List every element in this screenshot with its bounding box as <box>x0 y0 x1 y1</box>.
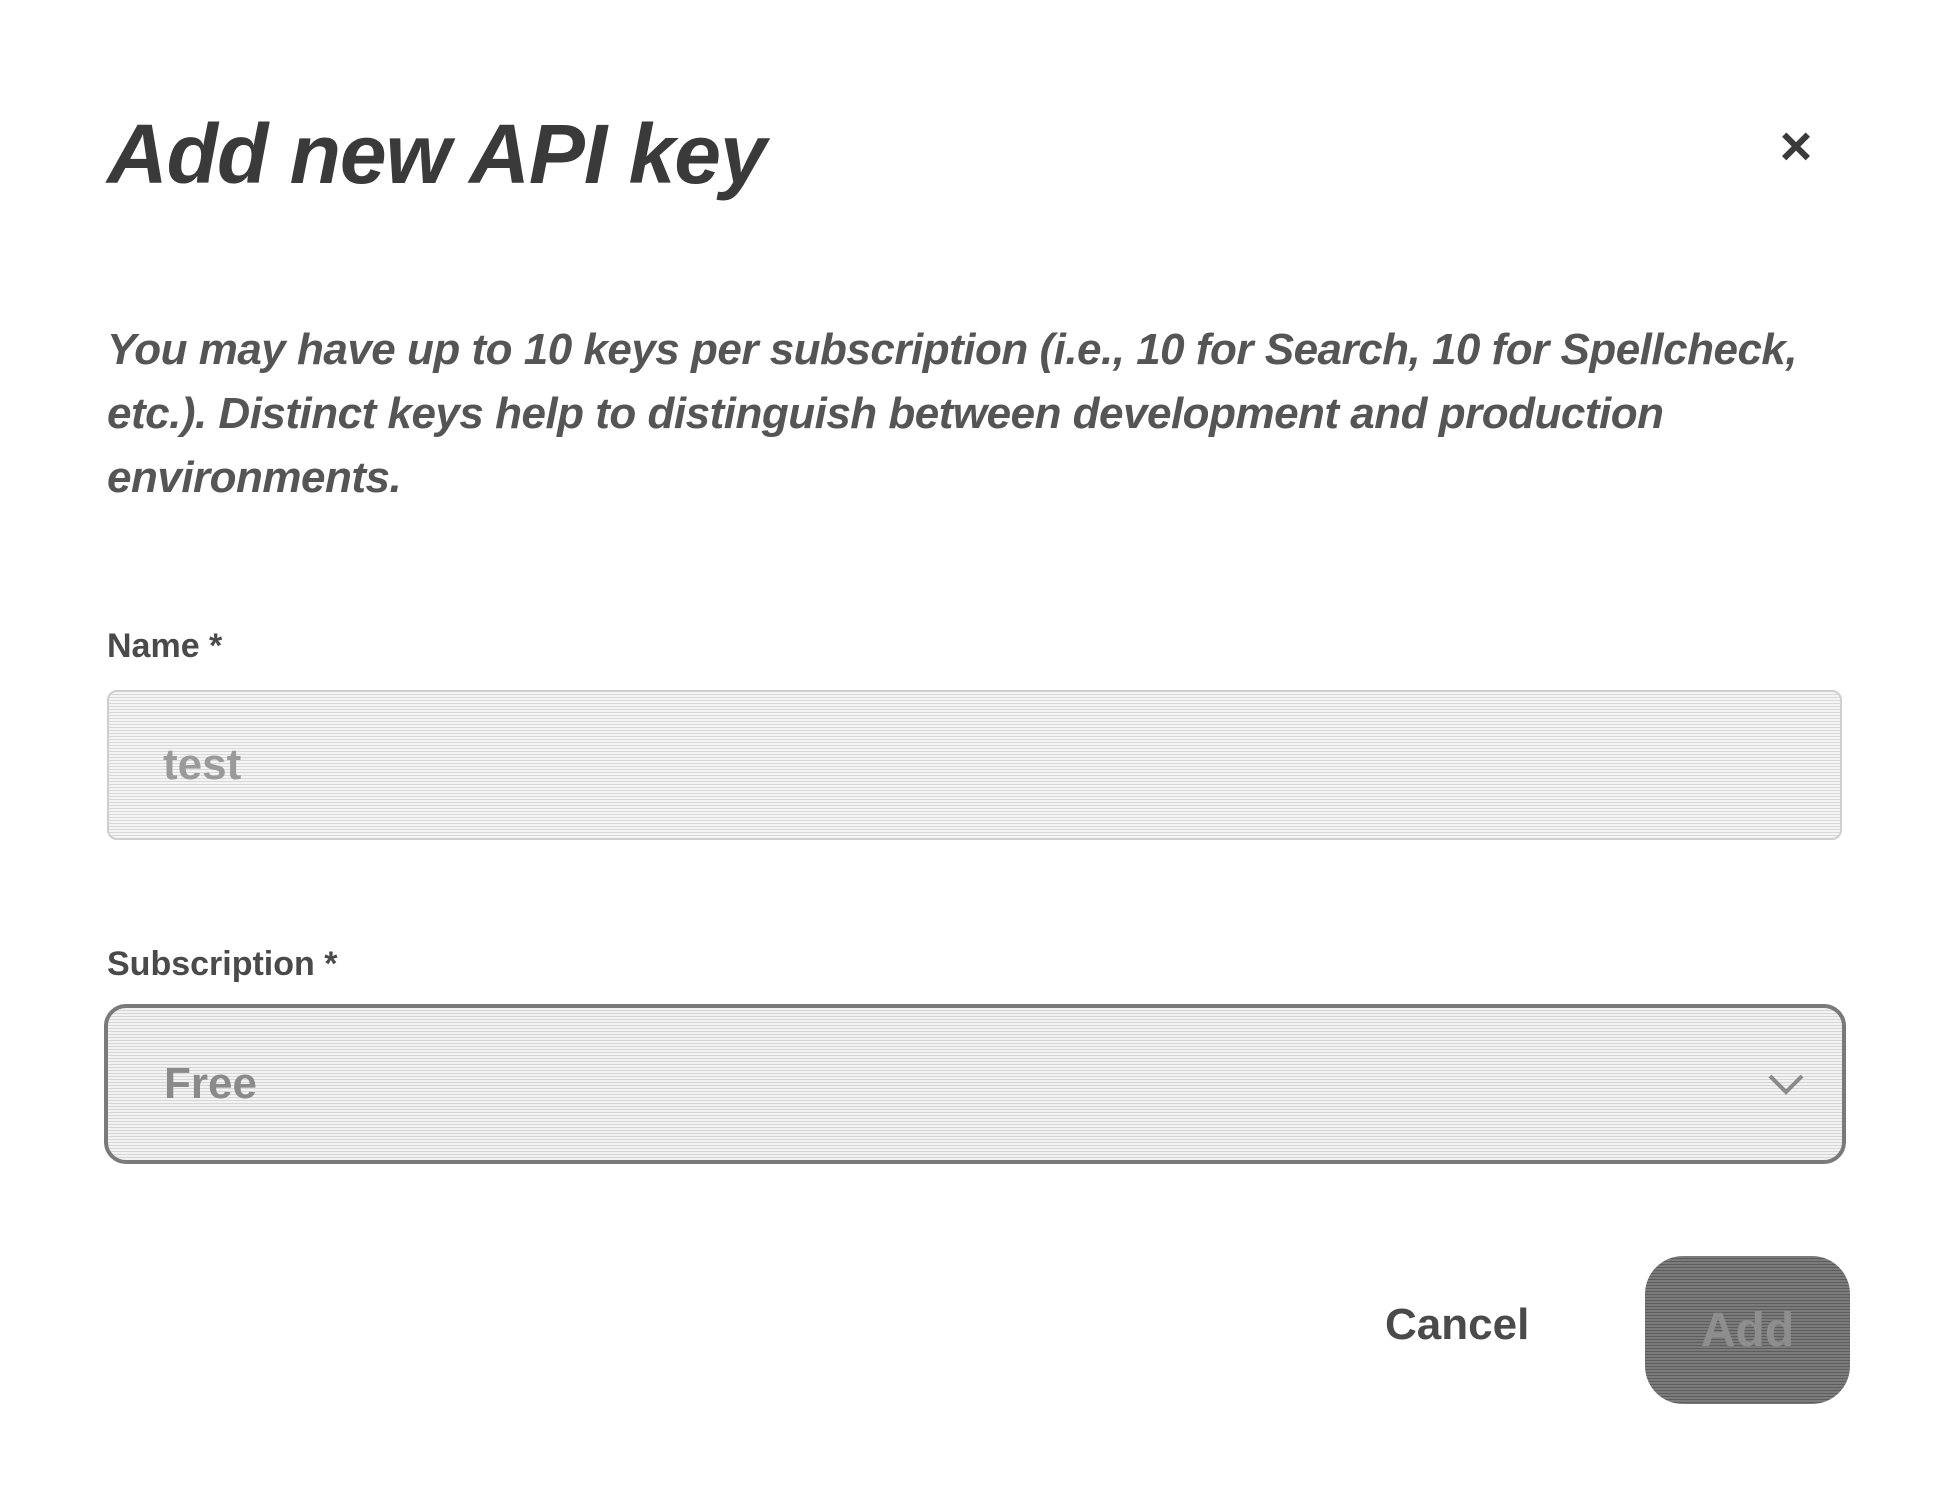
close-button[interactable]: × <box>1768 118 1824 174</box>
close-icon: × <box>1779 114 1813 177</box>
chevron-down-icon <box>1768 1074 1804 1095</box>
cancel-button[interactable]: Cancel <box>1385 1300 1529 1350</box>
dialog-title: Add new API key <box>107 107 767 201</box>
add-button[interactable]: Add <box>1645 1256 1850 1404</box>
subscription-select[interactable]: Free <box>104 1004 1846 1164</box>
add-api-key-dialog: Add new API key × You may have up to 10 … <box>0 0 1941 1495</box>
add-button-label: Add <box>1700 1303 1795 1357</box>
subscription-label: Subscription * <box>107 945 338 983</box>
name-input[interactable] <box>107 690 1842 840</box>
name-label: Name * <box>107 627 223 665</box>
dialog-description: You may have up to 10 keys per subscript… <box>107 325 1798 502</box>
subscription-selected-value: Free <box>164 1059 257 1108</box>
